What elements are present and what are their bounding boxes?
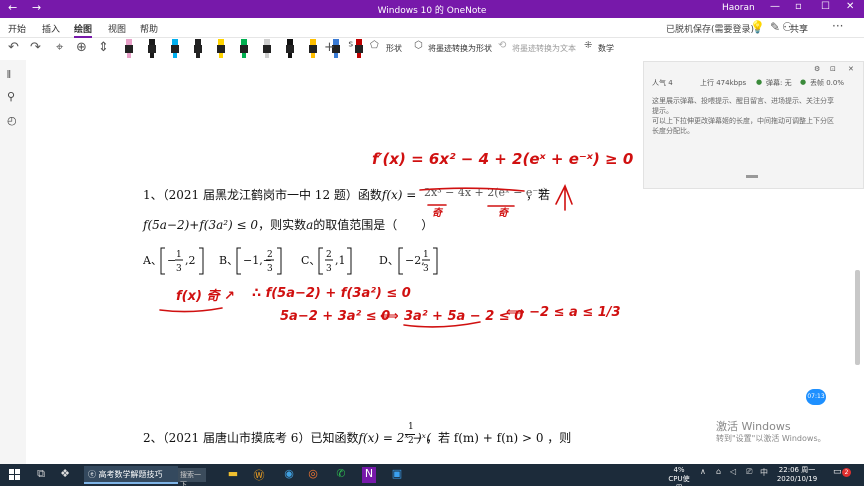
- app-hub-icon[interactable]: ❖: [58, 467, 72, 483]
- ink-odd-2: 奇: [498, 207, 510, 219]
- clock-date: 2020/10/19: [776, 475, 818, 483]
- start-icon[interactable]: [9, 469, 21, 481]
- panel-line-1: 这里展示弹幕、投喂提示、醒目留言、进场提示、关注分享: [652, 97, 834, 105]
- ink-step1: ∴ f(5a−2) + f(3a²) ≤ 0: [252, 286, 411, 301]
- cpu-label: CPU使用: [668, 475, 690, 486]
- panel-drop: 丢帧 0.0%: [810, 79, 845, 87]
- panel-line-2: 提示。: [652, 107, 673, 115]
- panel-drop-dot-icon: ●: [800, 78, 807, 86]
- panel-drag-handle[interactable]: [746, 175, 758, 178]
- screen-icon[interactable]: ▣: [390, 467, 404, 483]
- panel-upload: 上行 474kbps: [700, 79, 747, 87]
- tray-up-icon[interactable]: ∧: [700, 467, 706, 476]
- ink-step2: 5a−2 + 3a² ≤ 0: [280, 309, 390, 324]
- ink-underline-fodd: [159, 307, 223, 313]
- wechat-icon[interactable]: ✆: [334, 467, 348, 483]
- panel-line-4: 长度分配比。: [652, 127, 694, 135]
- panel-danmu: 弹幕: 无: [766, 79, 792, 87]
- panel-pin-icon[interactable]: ⊡: [830, 65, 836, 73]
- page-scrollbar[interactable]: [855, 270, 860, 365]
- activation-title: 激活 Windows: [716, 420, 791, 433]
- ink-iff: ⟺: [380, 309, 399, 324]
- tray-speaker-icon[interactable]: ◁: [730, 467, 736, 476]
- panel-line-3: 可以上下拉伸更改弹幕姬的长度，中间拖动可调整上下分区: [652, 117, 834, 125]
- taskbar-app-title: 高考数学解题技巧: [98, 470, 163, 479]
- ink-strike-line: [419, 187, 525, 192]
- ink-odd-1: 奇: [432, 207, 444, 219]
- cpu-percent: 4%: [673, 466, 685, 474]
- file-explorer-icon[interactable]: ▬: [226, 467, 240, 483]
- ie-icon: ⓔ: [88, 470, 99, 479]
- timer-badge[interactable]: 07:13: [806, 389, 826, 405]
- ink-derivative: f′(x) = 6x² − 4 + 2(eˣ + e⁻ˣ) ≥ 0: [372, 150, 633, 168]
- taskbar-search[interactable]: 搜索一下: [178, 468, 206, 486]
- ime-indicator[interactable]: 中: [760, 467, 768, 478]
- danmu-panel[interactable]: ⚙ ⊡ ✕ 人气 4 上行 474kbps ● 弹幕: 无 ● 丢帧 0.0% …: [643, 61, 864, 189]
- app-icon[interactable]: ◉: [282, 467, 296, 483]
- ink-f-odd: f(x) 奇 ↗: [176, 288, 235, 304]
- taskbar-browser-app[interactable]: ⓔ 高考数学解题技巧: [84, 466, 178, 484]
- ink-step4: ⟺ −2 ≤ a ≤ 1/3: [506, 305, 621, 320]
- cpu-meter: 4%CPU使用: [667, 466, 691, 486]
- ink-increasing-arrow: [555, 184, 573, 211]
- clock[interactable]: 22:06 周一 2020/10/19: [772, 466, 822, 484]
- wps-icon[interactable]: Ⓦ: [252, 467, 266, 483]
- task-view-icon[interactable]: ⧉: [34, 467, 48, 483]
- firefox-icon[interactable]: ◎: [306, 467, 320, 483]
- panel-popularity: 人气 4: [652, 79, 673, 87]
- tray-usb-icon[interactable]: ⎚: [746, 467, 752, 477]
- tray-network-icon[interactable]: ⌂: [716, 467, 721, 476]
- panel-settings-icon[interactable]: ⚙: [814, 65, 820, 73]
- taskbar: ⧉ ❖ ⓔ 高考数学解题技巧 搜索一下 ▬ Ⓦ ◉ ◎ ✆ N ▣ 4% CPU使…: [0, 464, 864, 486]
- panel-close-icon[interactable]: ✕: [848, 65, 854, 73]
- activation-subtitle: 转到"设置"以激活 Windows。: [716, 434, 826, 443]
- notification-badge: 2: [842, 468, 851, 477]
- panel-danmu-dot-icon: ●: [756, 78, 763, 86]
- clock-time: 22:06 周一: [778, 466, 816, 474]
- onenote-icon[interactable]: N: [362, 467, 376, 483]
